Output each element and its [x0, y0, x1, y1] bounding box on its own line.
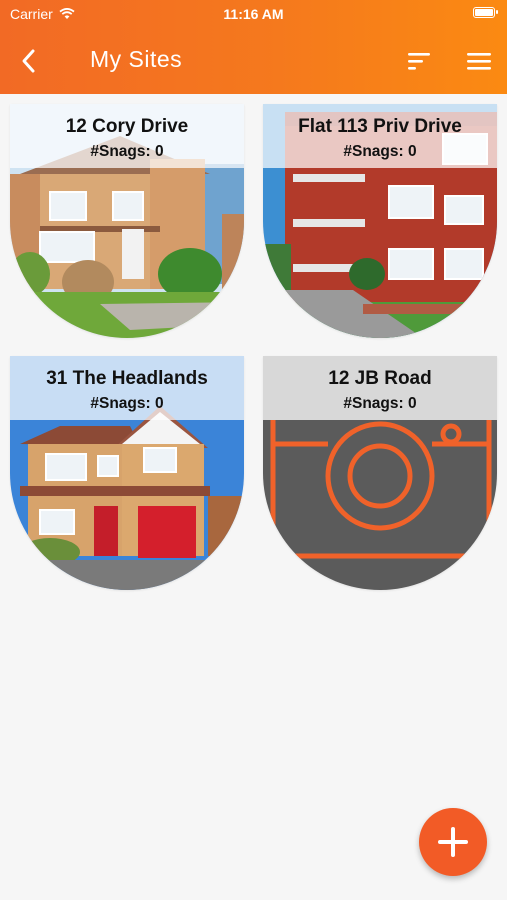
site-card[interactable]: 12 JB Road #Snags: 0	[263, 356, 497, 590]
site-snags-count: #Snags: 0	[343, 395, 417, 412]
menu-icon[interactable]	[466, 48, 492, 74]
site-card[interactable]: 12 Cory Drive #Snags: 0	[10, 104, 244, 338]
site-snags-count: #Snags: 0	[90, 143, 164, 160]
battery-icon	[473, 7, 498, 18]
app-header: Carrier 11:16 AM My Sites	[0, 0, 507, 94]
status-time: 11:16 AM	[223, 6, 284, 22]
site-card-header: 12 Cory Drive #Snags: 0	[10, 104, 244, 168]
site-name: 31 The Headlands	[46, 368, 208, 389]
page-title: My Sites	[90, 46, 183, 72]
site-snags-count: #Snags: 0	[90, 395, 164, 412]
site-card-header: 12 JB Road #Snags: 0	[263, 356, 497, 420]
sort-icon[interactable]	[406, 48, 434, 74]
site-card[interactable]: Flat 113 Priv Drive #Snags: 0	[263, 104, 497, 338]
status-bar: Carrier 11:16 AM	[0, 0, 507, 28]
add-site-button[interactable]	[419, 808, 487, 876]
site-card-header: Flat 113 Priv Drive #Snags: 0	[263, 104, 497, 168]
site-name: 12 JB Road	[328, 368, 432, 389]
back-icon[interactable]	[18, 46, 40, 76]
site-card[interactable]: 31 The Headlands #Snags: 0	[10, 356, 244, 590]
site-snags-count: #Snags: 0	[343, 143, 417, 160]
site-name: Flat 113 Priv Drive	[298, 116, 462, 137]
site-name: 12 Cory Drive	[65, 116, 189, 137]
nav-bar: My Sites	[0, 36, 507, 86]
plus-icon	[438, 827, 468, 857]
site-card-header: 31 The Headlands #Snags: 0	[10, 356, 244, 420]
